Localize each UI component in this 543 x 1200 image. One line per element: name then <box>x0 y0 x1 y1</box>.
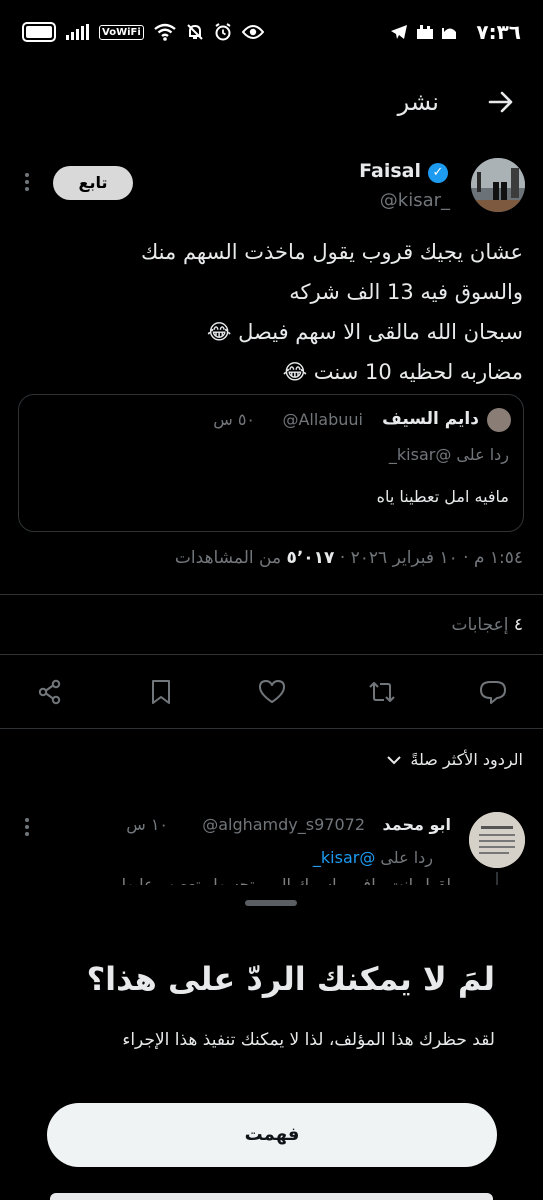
telegram-icon <box>391 25 407 39</box>
tweet-actions <box>30 672 513 712</box>
tweet-line: سبحان الله مالقى الا سهم فيصل 😂 <box>206 320 523 344</box>
back-arrow-icon[interactable] <box>487 88 515 116</box>
bookmark-icon <box>151 680 170 704</box>
mention-link[interactable]: @kisar_ <box>313 848 375 867</box>
verified-badge-icon: ✓ <box>428 163 448 183</box>
tweet-line: عشان يجيك قروب يقول ماخذت السهم منك <box>140 240 523 264</box>
battery-icon <box>22 22 56 42</box>
bell-off-icon <box>187 24 203 40</box>
avatar-image <box>471 158 525 212</box>
divider <box>0 594 543 595</box>
like-button[interactable] <box>252 672 292 712</box>
eye-icon <box>241 25 264 39</box>
replies-sort-dropdown[interactable]: الردود الأكثر صلةً <box>386 750 523 769</box>
signal-icon <box>66 24 89 40</box>
divider <box>0 728 543 729</box>
bookmark-button[interactable] <box>141 672 181 712</box>
more-options-icon[interactable] <box>22 170 32 196</box>
sheet-drag-handle[interactable] <box>245 900 297 906</box>
top-bar: نشر <box>0 70 543 134</box>
share-button[interactable] <box>30 672 70 712</box>
status-notification-icons <box>390 24 458 40</box>
quoted-tweet[interactable]: دايم السيف @Allabuui ٥٠ س ردا على @kisar… <box>18 394 524 532</box>
divider <box>0 654 543 655</box>
author-avatar[interactable] <box>471 158 525 212</box>
reply-replying-to: ردا على @kisar_ <box>313 848 433 867</box>
sheet-subtitle: لقد حظرك هذا المؤلف، لذا لا يمكنك تنفيذ … <box>122 1030 495 1050</box>
replies-sort-label: الردود الأكثر صلةً <box>410 750 523 769</box>
reply-button[interactable] <box>473 672 513 712</box>
author-name[interactable]: Faisal <box>359 160 421 182</box>
quoted-replying-to: ردا على @kisar_ <box>388 445 509 464</box>
reply-author-name[interactable]: ابو محمد <box>383 815 452 834</box>
reply-time: ١٠ س <box>126 815 168 834</box>
page-title: نشر <box>397 88 439 116</box>
tweet-line: مضاربه لحظيه 10 سنت 😂 <box>282 360 523 384</box>
tweet-line: والسوق فيه 13 الف شركه <box>289 280 523 304</box>
replying-prefix: ردا على <box>375 848 433 867</box>
quoted-time: ٥٠ س <box>213 410 255 429</box>
next-button-edge[interactable] <box>50 1193 493 1200</box>
status-bar: VoWiFi ٧:٣٦ <box>0 0 543 70</box>
reply-author-handle[interactable]: @alghamdy_s97072 <box>202 815 365 834</box>
status-time: ٧:٣٦ <box>476 20 521 44</box>
mosque-icon <box>442 28 456 39</box>
quoted-text: مافيه امل تعطينا ياه <box>376 487 509 506</box>
author-handle[interactable]: @kisar_ <box>380 190 450 211</box>
avatar-image <box>469 812 525 868</box>
tweet-timestamp: ١:٥٤ م · ١٠ فبراير ٢٠٢٦ · <box>334 548 523 568</box>
wifi-icon <box>154 23 176 41</box>
likes-row[interactable]: ٤ إعجابات <box>452 615 523 635</box>
got-it-button[interactable]: فهمت <box>47 1103 497 1167</box>
share-icon <box>38 679 61 705</box>
sheet-title: لمَ لا يمكنك الردّ على هذا؟ <box>86 960 495 998</box>
retweet-button[interactable] <box>362 672 402 712</box>
blocked-bottom-sheet: لمَ لا يمكنك الردّ على هذا؟ لقد حظرك هذا… <box>0 885 543 1200</box>
chevron-down-icon <box>387 755 402 764</box>
alarm-icon <box>215 23 231 41</box>
likes-count: ٤ <box>513 615 523 635</box>
likes-label: إعجابات <box>451 615 514 635</box>
vowifi-badge: VoWiFi <box>99 24 144 40</box>
reply-author-avatar[interactable] <box>469 812 525 868</box>
views-label: من المشاهدات <box>174 548 287 568</box>
quoted-author-name: دايم السيف <box>382 409 479 429</box>
quoted-author-avatar <box>487 408 511 432</box>
views-count: ٥٬٠١٧ <box>286 548 335 568</box>
follow-button[interactable]: تابع <box>53 166 133 200</box>
reply-more-options-icon[interactable] <box>22 815 32 841</box>
status-icons: VoWiFi <box>22 22 264 42</box>
reply-icon <box>480 681 506 704</box>
quoted-author-handle: @Allabuui <box>282 410 363 429</box>
app-notification-icon <box>417 25 433 39</box>
retweet-icon <box>369 682 395 702</box>
tweet-text: عشان يجيك قروب يقول ماخذت السهم منك والس… <box>18 232 523 392</box>
tweet-meta: ١:٥٤ م · ١٠ فبراير ٢٠٢٦ · ٥٬٠١٧ من المشا… <box>175 548 523 568</box>
heart-icon <box>258 680 285 703</box>
